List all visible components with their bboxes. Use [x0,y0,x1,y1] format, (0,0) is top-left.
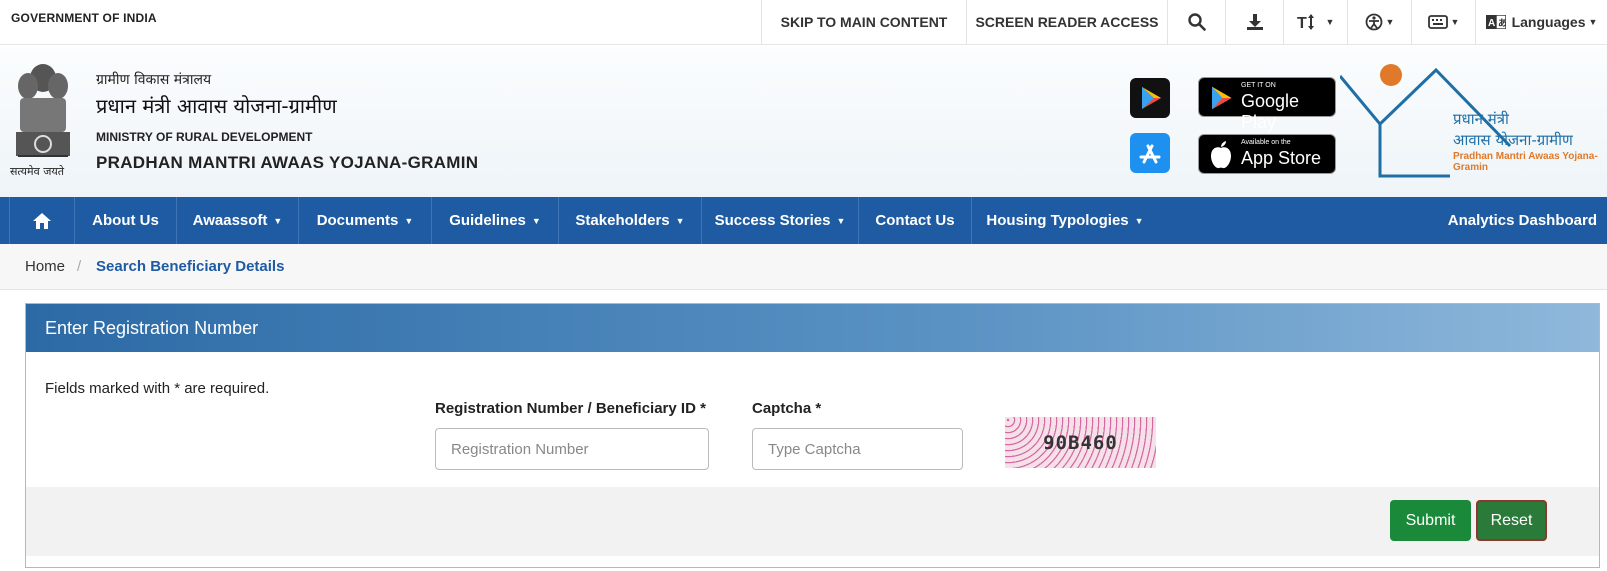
svg-text:A: A [1488,18,1495,29]
nav-label: Success Stories [714,212,831,229]
text-size-icon: T [1297,14,1314,31]
chevron-down-icon: ▼ [1134,215,1144,226]
languages-dropdown[interactable]: Aあ Languages ▼ [1475,0,1607,44]
nav-stakeholders[interactable]: Stakeholders ▼ [559,197,702,244]
emblem-caption: सत्यमेव जयते [10,165,65,178]
chevron-down-icon: ▼ [675,215,685,226]
site-title-english: PRADHAN MANTRI AWAAS YOJANA-GRAMIN [96,153,479,172]
app-store-small-text: Available on the [1241,139,1291,146]
breadcrumb-home-link[interactable]: Home [25,258,65,275]
logo-text-hindi-2: आवास योजना-ग्रामीण [1453,131,1573,149]
nav-label: Guidelines [449,212,526,229]
google-play-small-text: GET IT ON [1241,82,1276,89]
panel-title: Enter Registration Number [45,318,259,338]
app-store-icon [1139,144,1161,164]
top-links: SKIP TO MAIN CONTENT SCREEN READER ACCES… [761,0,1607,44]
ministry-english: MINISTRY OF RURAL DEVELOPMENT [96,130,313,144]
captcha-input[interactable] [752,428,963,470]
keyboard-icon [1427,15,1448,29]
nav-label: About Us [92,212,159,229]
breadcrumb-current: Search Beneficiary Details [96,258,285,275]
captcha-image: 90B460 [1005,417,1156,468]
skip-to-main-link[interactable]: SKIP TO MAIN CONTENT [761,0,966,44]
play-store-icon [1212,86,1232,110]
chevron-down-icon: ▼ [1450,17,1460,27]
display-settings-button[interactable]: ▼ [1411,0,1475,44]
chevron-down-icon: ▼ [531,215,541,226]
svg-text:T: T [1297,15,1307,31]
chevron-down-icon: ▼ [1588,17,1598,27]
chevron-down-icon: ▼ [273,215,283,226]
search-icon [1187,13,1206,31]
site-title-hindi: प्रधान मंत्री आवास योजना-ग्रामीण [96,94,337,118]
languages-label: Languages [1511,14,1586,30]
gov-topbar: GOVERNMENT OF INDIA SKIP TO MAIN CONTENT… [0,0,1607,45]
nav-label: Documents [316,212,399,229]
main-nav: About Us Awaassoft ▼ Documents ▼ Guideline… [0,197,1607,244]
breadcrumb-separator: / [77,258,82,275]
registration-number-input[interactable] [435,428,709,470]
nav-success-stories[interactable]: Success Stories ▼ [702,197,859,244]
nav-label: Awaassoft [192,212,268,229]
submit-button[interactable]: Submit [1390,500,1471,541]
captcha-label: Captcha * [752,400,822,417]
nav-label: Stakeholders [575,212,670,229]
required-fields-note: Fields marked with * are required. [45,380,270,397]
chevron-down-icon: ▼ [1325,17,1335,27]
nav-housing-typologies[interactable]: Housing Typologies ▼ [972,197,1158,244]
search-button[interactable] [1167,0,1225,44]
google-play-app-link[interactable] [1130,78,1170,118]
google-play-big-text: Google Play [1241,91,1300,132]
panel-header: Enter Registration Number [26,304,1599,352]
home-icon [33,212,51,229]
nav-about-us[interactable]: About Us [75,197,177,244]
nav-analytics-dashboard[interactable]: Analytics Dashboard [1448,197,1597,244]
chevron-down-icon: ▼ [1385,17,1395,27]
nav-home[interactable] [9,197,75,244]
nav-guidelines[interactable]: Guidelines ▼ [432,197,559,244]
nav-label: Housing Typologies [986,212,1129,229]
download-button[interactable] [1225,0,1283,44]
svg-text:あ: あ [1498,18,1506,29]
logo-text-hindi-1: प्रधान मंत्री [1453,110,1509,128]
text-size-button[interactable]: T ▼ [1283,0,1347,44]
captcha-text: 90B460 [1043,431,1118,454]
registration-number-label: Registration Number / Beneficiary ID * [435,400,706,417]
translate-icon: Aあ [1485,15,1506,29]
play-store-icon [1142,87,1161,109]
ministry-hindi: ग्रामीण विकास मंत्रालय [96,72,212,88]
chevron-down-icon: ▼ [404,215,414,226]
chevron-down-icon: ▼ [836,215,846,226]
download-icon [1246,14,1263,30]
reset-button[interactable]: Reset [1476,500,1547,541]
breadcrumb: Home / Search Beneficiary Details [0,244,1607,290]
apple-icon [1211,141,1231,169]
nav-documents[interactable]: Documents ▼ [299,197,432,244]
app-store-app-link[interactable] [1130,133,1170,173]
screen-reader-access-link[interactable]: SCREEN READER ACCESS [966,0,1167,44]
panel-footer: Submit Reset [26,487,1599,556]
nav-label: Contact Us [875,212,955,229]
app-store-badge[interactable]: Available on the App Store [1198,134,1336,174]
nav-contact-us[interactable]: Contact Us [859,197,972,244]
accessibility-icon [1365,13,1382,31]
app-store-big-text: App Store [1241,148,1322,168]
gov-title: GOVERNMENT OF INDIA [11,11,157,25]
logo-text-english: Pradhan Mantri Awaas Yojana-Gramin [1453,151,1598,173]
registration-panel: Enter Registration Number Fields marked … [25,303,1600,568]
site-header: सत्यमेव जयते ग्रामीण विकास मंत्रालय प्रध… [0,46,1607,197]
accessibility-button[interactable]: ▼ [1347,0,1411,44]
google-play-badge[interactable]: GET IT ON Google Play [1198,77,1336,132]
nav-awaassoft[interactable]: Awaassoft ▼ [177,197,299,244]
